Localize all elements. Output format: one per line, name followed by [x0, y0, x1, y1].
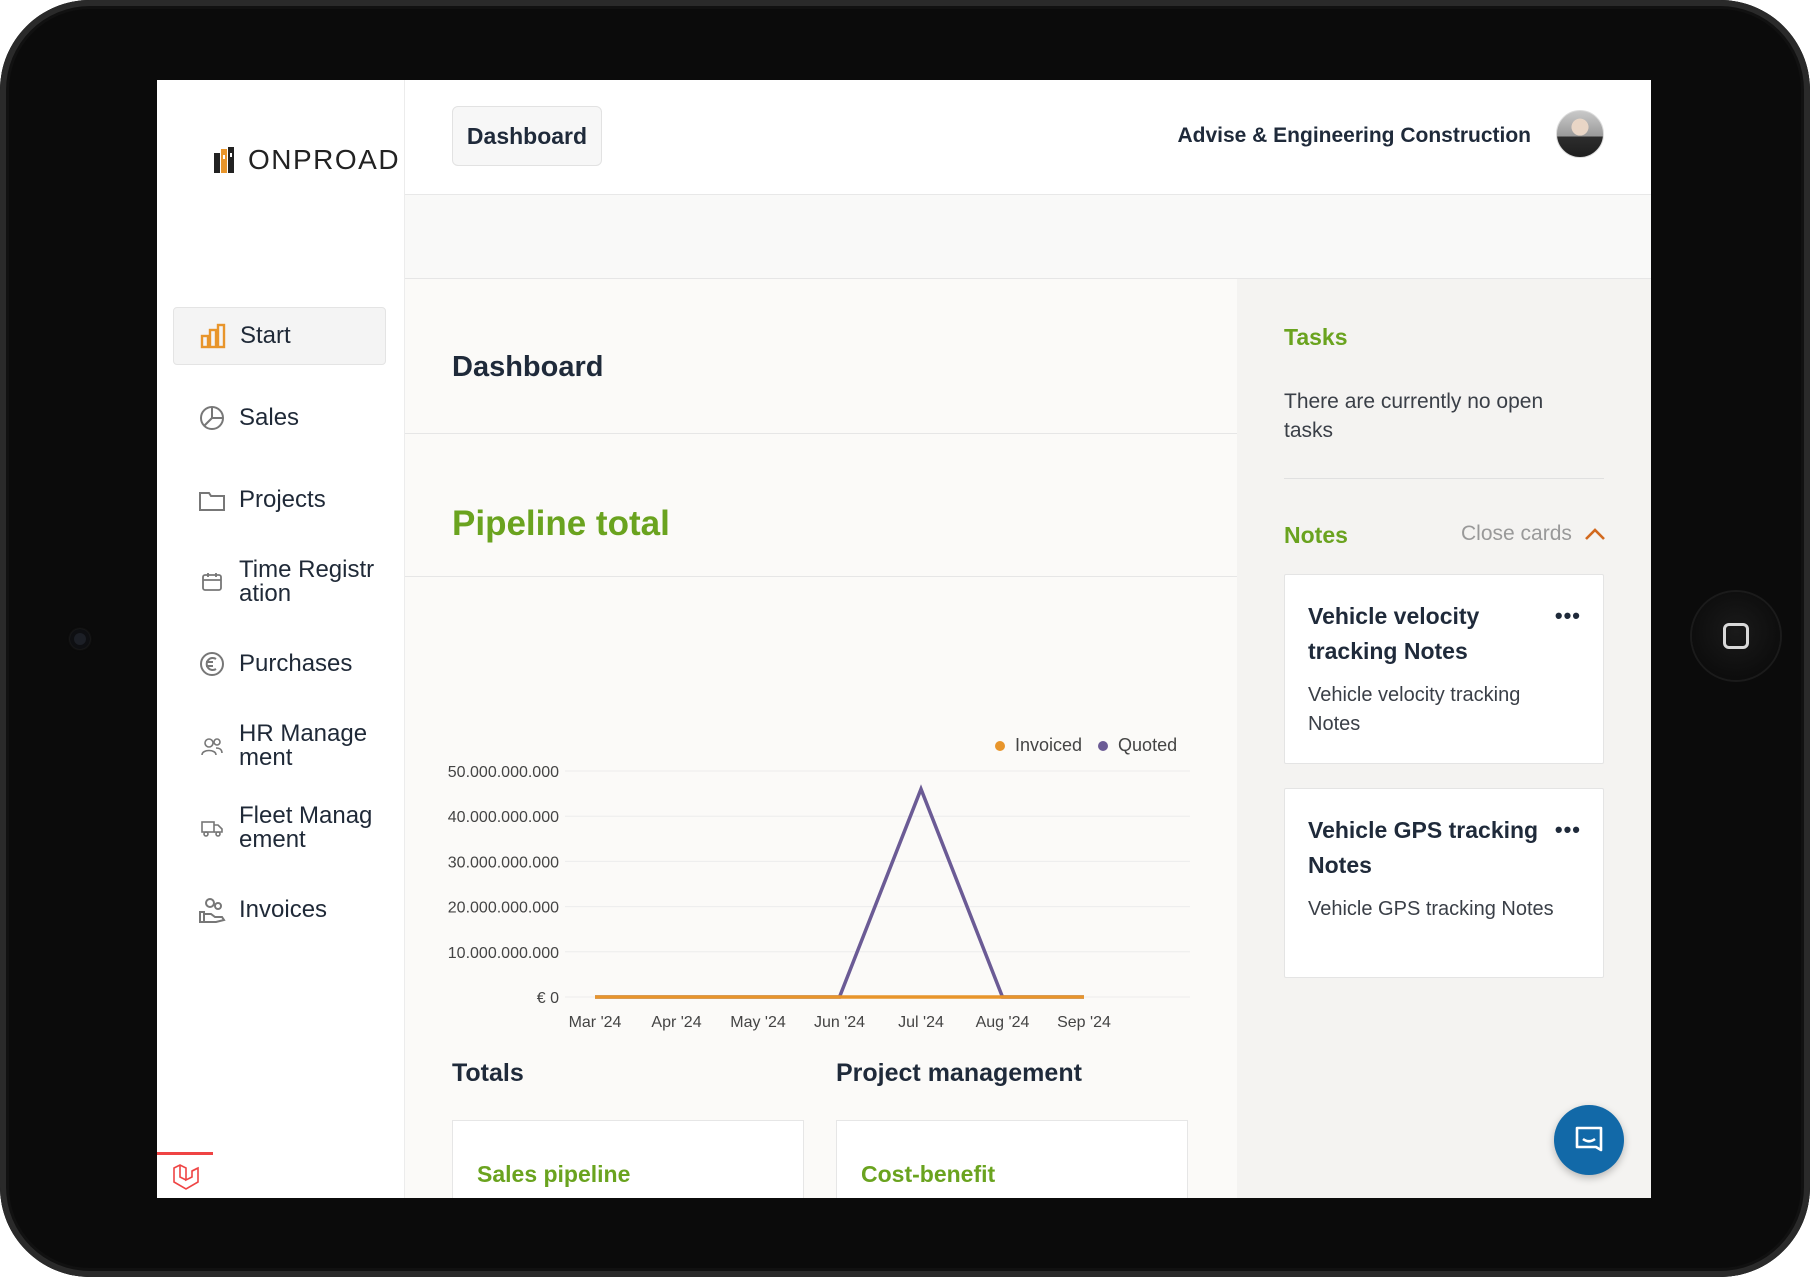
series-line-quoted[interactable] [595, 784, 1084, 999]
right-panel: Tasks There are currently no open tasks … [1237, 279, 1651, 1198]
hand-coins-icon [197, 895, 227, 925]
home-button[interactable] [1692, 592, 1780, 680]
section-divider [405, 576, 1237, 577]
sidebar-item-hr-management[interactable]: HR Manage ment [173, 717, 386, 775]
calendar-icon [197, 567, 227, 597]
tasks-heading: Tasks [1284, 324, 1348, 350]
note-card[interactable]: Vehicle GPS tracking Notes ••• Vehicle G… [1284, 788, 1604, 978]
section-divider [405, 433, 1237, 434]
sidebar-item-time-registration[interactable]: Time Registr ation [173, 553, 386, 611]
card-title: Sales pipeline [477, 1161, 631, 1187]
pie-chart-icon [197, 403, 227, 433]
page-title: Dashboard [452, 351, 604, 383]
sidebar-item-label: Time Registr ation [239, 556, 375, 607]
avatar[interactable] [1556, 110, 1604, 158]
sidebar-item-invoices[interactable]: Invoices [173, 881, 386, 939]
home-square-icon [1723, 623, 1749, 649]
chat-button[interactable] [1554, 1105, 1624, 1175]
sales-pipeline-card[interactable]: Sales pipeline [452, 1120, 804, 1198]
users-icon [197, 731, 227, 761]
x-tick-label: Apr '24 [651, 1014, 701, 1031]
totals-heading: Totals [452, 1059, 524, 1087]
main-content: Dashboard Pipeline total Invoiced Quoted… [405, 279, 1237, 1198]
sidebar: ONPROAD Start Sales Projects Time Regist… [157, 80, 405, 1198]
x-tick-label: Mar '24 [569, 1014, 622, 1031]
sidebar-item-label: Sales [239, 404, 300, 431]
sidebar-item-label: Start [240, 322, 291, 349]
logo-icon [214, 147, 234, 173]
chevron-up-icon [1584, 528, 1605, 540]
project-management-heading: Project management [836, 1059, 1082, 1087]
sidebar-item-fleet-management[interactable]: Fleet Manag ement [173, 799, 386, 857]
x-tick-label: Sep '24 [1057, 1014, 1111, 1031]
sidebar-item-label: Projects [239, 486, 326, 513]
cost-benefit-card[interactable]: Cost-benefit [836, 1120, 1188, 1198]
company-name[interactable]: Advise & Engineering Construction [1177, 124, 1531, 148]
more-options-icon[interactable]: ••• [1555, 817, 1581, 843]
bar-chart-icon [198, 321, 228, 351]
sidebar-item-label: Invoices [239, 896, 328, 923]
x-tick-label: Aug '24 [976, 1014, 1030, 1031]
pipeline-chart: € 0 € 10.000.000.000 € 20.000.000.000 € 30.… [445, 764, 1190, 1031]
laravel-icon [173, 1163, 199, 1190]
toolbar-strip [405, 195, 1651, 279]
note-body: Vehicle GPS tracking Notes [1308, 898, 1554, 920]
tasks-empty-text: There are currently no open tasks [1284, 390, 1544, 442]
note-body: Vehicle velocity tracking Notes [1308, 684, 1521, 735]
card-title: Cost-benefit [861, 1161, 996, 1187]
sidebar-item-label: Purchases [239, 650, 353, 677]
y-tick-label: € 30.000.000.000 [445, 854, 559, 871]
note-title: Vehicle GPS tracking Notes [1308, 817, 1539, 878]
folder-icon [197, 485, 227, 515]
panel-divider [1284, 478, 1604, 479]
camera-icon [70, 629, 90, 649]
notes-heading: Notes [1284, 522, 1348, 548]
y-tick-label: € 40.000.000.000 [445, 809, 559, 826]
app-screen: ONPROAD Start Sales Projects Time Regist… [157, 80, 1651, 1198]
x-tick-label: Jul '24 [898, 1014, 944, 1031]
sidebar-item-purchases[interactable]: Purchases [173, 635, 386, 693]
y-tick-label: € 50.000.000.000 [445, 764, 559, 781]
tab-dashboard[interactable]: Dashboard [452, 106, 602, 166]
debug-toolbar-button[interactable] [157, 1152, 213, 1198]
x-tick-label: Jun '24 [814, 1014, 865, 1031]
y-tick-label: € 10.000.000.000 [445, 945, 559, 962]
sidebar-item-label: Fleet Manag ement [239, 802, 373, 853]
y-tick-label: € 20.000.000.000 [445, 900, 559, 917]
chat-icon [1575, 1126, 1603, 1152]
more-options-icon[interactable]: ••• [1555, 603, 1581, 629]
logo[interactable]: ONPROAD [212, 140, 400, 180]
tablet-frame: ONPROAD Start Sales Projects Time Regist… [0, 0, 1810, 1277]
pipeline-title: Pipeline total [452, 504, 670, 543]
sidebar-item-label: HR Manage ment [239, 720, 368, 771]
note-title: Vehicle velocity tracking Notes [1308, 603, 1480, 664]
sidebar-item-sales[interactable]: Sales [173, 389, 386, 447]
truck-icon [197, 813, 227, 843]
logo-text: ONPROAD [248, 144, 401, 175]
note-card[interactable]: Vehicle velocity tracking Notes ••• Vehi… [1284, 574, 1604, 764]
euro-icon [197, 649, 227, 679]
sidebar-item-start[interactable]: Start [173, 307, 386, 365]
x-tick-label: May '24 [730, 1014, 786, 1031]
close-cards-button[interactable]: Close cards [1461, 522, 1606, 546]
topbar: Dashboard Advise & Engineering Construct… [405, 80, 1651, 195]
y-tick-label: € 0 [537, 990, 559, 1007]
sidebar-item-projects[interactable]: Projects [173, 471, 386, 529]
